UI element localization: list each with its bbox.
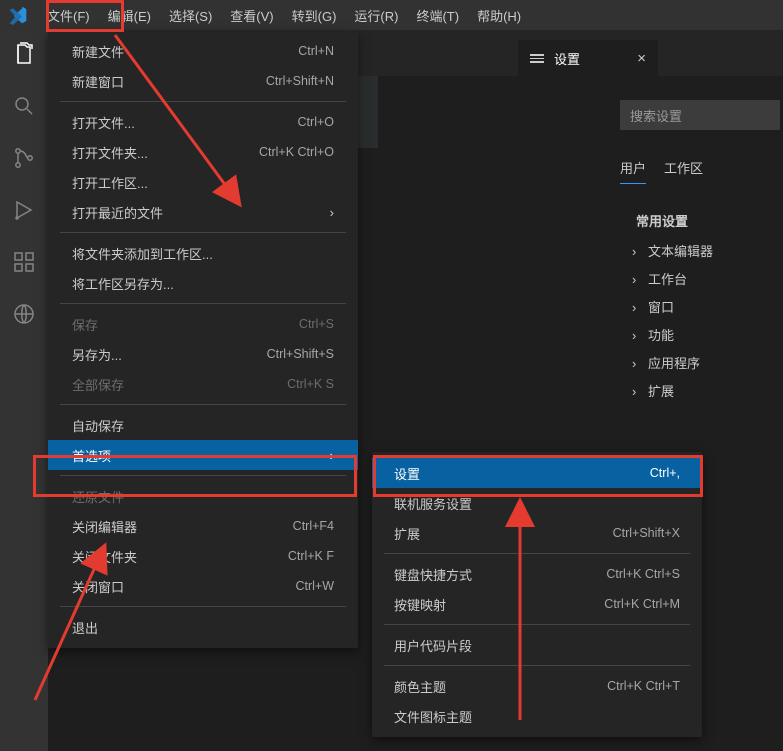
extensions-icon[interactable] xyxy=(10,248,38,276)
menu-sep xyxy=(60,475,346,476)
search-icon[interactable] xyxy=(10,92,38,120)
tree-node-extensions[interactable]: ›扩展 xyxy=(632,378,713,406)
menu-close-folder[interactable]: 关闭文件夹Ctrl+K F xyxy=(48,541,358,571)
menu-sep xyxy=(60,404,346,405)
menu-help[interactable]: 帮助(H) xyxy=(468,0,530,30)
menu-terminal[interactable]: 终端(T) xyxy=(407,0,468,30)
tab-settings[interactable]: 设置 × xyxy=(518,40,658,76)
submenu-keyboard-shortcuts[interactable]: 键盘快捷方式Ctrl+K Ctrl+S xyxy=(372,559,702,589)
menu-file[interactable]: 文件(F) xyxy=(38,0,99,30)
close-icon[interactable]: × xyxy=(637,50,646,67)
menu-save[interactable]: 保存Ctrl+S xyxy=(48,309,358,339)
vscode-logo-icon xyxy=(8,5,28,25)
tree-node-common[interactable]: 常用设置 xyxy=(632,208,713,236)
chevron-right-icon: › xyxy=(330,205,334,220)
preferences-submenu: 设置Ctrl+, 联机服务设置 扩展Ctrl+Shift+X 键盘快捷方式Ctr… xyxy=(372,452,702,737)
menu-save-all[interactable]: 全部保存Ctrl+K S xyxy=(48,369,358,399)
title-bar: 文件(F) 编辑(E) 选择(S) 查看(V) 转到(G) 运行(R) 终端(T… xyxy=(0,0,783,30)
menu-sep xyxy=(60,606,346,607)
file-menu-dropdown: 新建文件Ctrl+N 新建窗口Ctrl+Shift+N 打开文件...Ctrl+… xyxy=(48,30,358,648)
menu-select[interactable]: 选择(S) xyxy=(160,0,221,30)
menu-sep xyxy=(60,303,346,304)
source-control-icon[interactable] xyxy=(10,144,38,172)
settings-outline-tree: 常用设置 ›文本编辑器 ›工作台 ›窗口 ›功能 ›应用程序 ›扩展 xyxy=(632,208,713,406)
settings-scope-workspace[interactable]: 工作区 xyxy=(664,158,703,184)
settings-search-input[interactable]: 搜索设置 xyxy=(620,100,780,130)
menu-view[interactable]: 查看(V) xyxy=(221,0,282,30)
menu-exit[interactable]: 退出 xyxy=(48,612,358,642)
settings-tab-icon xyxy=(530,54,544,63)
menu-revert[interactable]: 还原文件 xyxy=(48,481,358,511)
menu-sep xyxy=(384,553,690,554)
tree-node-text-editor[interactable]: ›文本编辑器 xyxy=(632,238,713,266)
submenu-keymaps[interactable]: 按键映射Ctrl+K Ctrl+M xyxy=(372,589,702,619)
tree-node-workbench[interactable]: ›工作台 xyxy=(632,266,713,294)
menu-new-window[interactable]: 新建窗口Ctrl+Shift+N xyxy=(48,66,358,96)
tree-node-application[interactable]: ›应用程序 xyxy=(632,350,713,378)
menu-edit[interactable]: 编辑(E) xyxy=(99,0,160,30)
chevron-right-icon: › xyxy=(632,266,642,294)
menu-open-recent[interactable]: 打开最近的文件› xyxy=(48,197,358,227)
explorer-icon[interactable] xyxy=(10,40,38,68)
settings-tab-label: 设置 xyxy=(554,49,580,68)
menu-close-editor[interactable]: 关闭编辑器Ctrl+F4 xyxy=(48,511,358,541)
tree-node-features[interactable]: ›功能 xyxy=(632,322,713,350)
menu-save-as[interactable]: 另存为...Ctrl+Shift+S xyxy=(48,339,358,369)
chevron-right-icon: › xyxy=(632,294,642,322)
remote-icon[interactable] xyxy=(10,300,38,328)
run-debug-icon[interactable] xyxy=(10,196,38,224)
menu-close-window[interactable]: 关闭窗口Ctrl+W xyxy=(48,571,358,601)
menu-run[interactable]: 运行(R) xyxy=(345,0,407,30)
menu-new-file[interactable]: 新建文件Ctrl+N xyxy=(48,36,358,66)
menu-open-file[interactable]: 打开文件...Ctrl+O xyxy=(48,107,358,137)
submenu-color-theme[interactable]: 颜色主题Ctrl+K Ctrl+T xyxy=(372,671,702,701)
menu-save-workspace-as[interactable]: 将工作区另存为... xyxy=(48,268,358,298)
menu-sep xyxy=(60,101,346,102)
chevron-right-icon: › xyxy=(632,378,642,406)
menu-sep xyxy=(60,232,346,233)
settings-scope-user[interactable]: 用户 xyxy=(620,158,646,184)
activity-bar xyxy=(0,30,48,751)
submenu-extensions[interactable]: 扩展Ctrl+Shift+X xyxy=(372,518,702,548)
menu-go[interactable]: 转到(G) xyxy=(283,0,346,30)
submenu-settings[interactable]: 设置Ctrl+, xyxy=(372,458,702,488)
chevron-right-icon: › xyxy=(632,238,642,266)
settings-search-placeholder: 搜索设置 xyxy=(630,106,682,125)
chevron-right-icon: › xyxy=(330,448,334,463)
submenu-user-snippets[interactable]: 用户代码片段 xyxy=(372,630,702,660)
chevron-right-icon: › xyxy=(632,322,642,350)
chevron-right-icon: › xyxy=(632,350,642,378)
settings-scope-tabs: 用户 工作区 xyxy=(620,158,703,184)
menu-auto-save[interactable]: 自动保存 xyxy=(48,410,358,440)
menu-open-workspace[interactable]: 打开工作区... xyxy=(48,167,358,197)
menu-sep xyxy=(384,665,690,666)
menu-open-folder[interactable]: 打开文件夹...Ctrl+K Ctrl+O xyxy=(48,137,358,167)
tree-node-window[interactable]: ›窗口 xyxy=(632,294,713,322)
menu-sep xyxy=(384,624,690,625)
submenu-online-services[interactable]: 联机服务设置 xyxy=(372,488,702,518)
submenu-icon-theme[interactable]: 文件图标主题 xyxy=(372,701,702,731)
menu-add-folder[interactable]: 将文件夹添加到工作区... xyxy=(48,238,358,268)
menu-preferences[interactable]: 首选项› xyxy=(48,440,358,470)
